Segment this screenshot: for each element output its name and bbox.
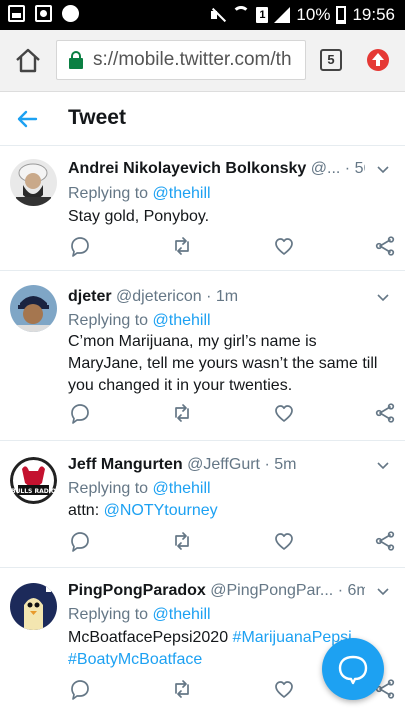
retweet-icon[interactable] xyxy=(171,402,193,424)
replying-to: Replying to @thehill xyxy=(68,185,211,203)
tweet-header: djeter @djetericon · 1m xyxy=(68,288,239,305)
avatar[interactable] xyxy=(10,159,57,206)
author-name[interactable]: PingPongParadox xyxy=(68,582,206,599)
tweet-actions xyxy=(68,235,396,259)
tweet-time: 5m xyxy=(274,456,297,473)
replying-to: Replying to @thehill xyxy=(68,606,211,624)
tweet-time: 6m xyxy=(347,582,365,599)
address-bar[interactable]: s://mobile.twitter.com/th xyxy=(56,40,306,80)
tweet-actions xyxy=(68,530,396,554)
author-name[interactable]: Andrei Nikolayevich Bolkonsky xyxy=(68,160,306,177)
replying-to-label: Replying to xyxy=(68,480,149,497)
reply-icon[interactable] xyxy=(68,235,90,257)
mention-link[interactable]: @NOTYtourney xyxy=(104,502,218,519)
page-header: Tweet xyxy=(0,92,405,146)
replying-to: Replying to @thehill xyxy=(68,480,211,498)
update-icon[interactable] xyxy=(367,49,389,71)
tweet-time: 56s xyxy=(354,160,365,177)
avatar[interactable]: BULLS RADIO xyxy=(10,457,57,504)
battery-percent: 10% xyxy=(296,5,331,24)
retweet-icon[interactable] xyxy=(171,678,193,700)
tweet-item[interactable]: Andrei Nikolayevich Bolkonsky @... · 56s… xyxy=(0,147,405,271)
author-handle[interactable]: @PingPongPar... xyxy=(210,582,333,599)
battery-icon xyxy=(336,6,347,24)
share-icon[interactable] xyxy=(374,530,396,552)
home-icon[interactable] xyxy=(12,44,44,76)
reply-mention-link[interactable]: @thehill xyxy=(153,480,211,497)
tweet-header: PingPongParadox @PingPongPar... · 6m xyxy=(68,582,365,600)
avatar[interactable] xyxy=(10,583,57,630)
wifi-icon xyxy=(232,6,251,24)
chevron-down-icon[interactable] xyxy=(377,460,389,472)
bulls-radio-logo-icon: BULLS RADIO xyxy=(10,457,57,504)
clock: 19:56 xyxy=(352,5,395,24)
avatar[interactable] xyxy=(10,285,57,332)
author-handle[interactable]: @... xyxy=(311,160,341,177)
mute-icon xyxy=(210,7,226,23)
retweet-icon[interactable] xyxy=(171,530,193,552)
replying-to-label: Replying to xyxy=(68,312,149,329)
tweet-actions xyxy=(68,402,396,426)
chevron-down-icon[interactable] xyxy=(377,164,389,176)
reply-mention-link[interactable]: @thehill xyxy=(153,312,211,329)
reply-mention-link[interactable]: @thehill xyxy=(153,185,211,202)
reply-mention-link[interactable]: @thehill xyxy=(153,606,211,623)
reply-icon[interactable] xyxy=(68,402,90,424)
reply-icon[interactable] xyxy=(68,678,90,700)
image-notification-icon xyxy=(8,5,25,22)
replying-to-label: Replying to xyxy=(68,606,149,623)
avatar-portrait-icon xyxy=(10,285,57,332)
author-handle[interactable]: @JeffGurt xyxy=(187,456,260,473)
share-icon[interactable] xyxy=(374,402,396,424)
replying-to-label: Replying to xyxy=(68,185,149,202)
chevron-down-icon[interactable] xyxy=(377,586,389,598)
tweet-text: C’mon Marijuana, my girl’s name is MaryJ… xyxy=(68,333,378,394)
gallery-notification-icon xyxy=(35,5,52,22)
like-icon[interactable] xyxy=(273,402,295,424)
replying-to: Replying to @thehill xyxy=(68,312,211,330)
page-title: Tweet xyxy=(68,106,126,129)
tweet-header: Andrei Nikolayevich Bolkonsky @... · 56s xyxy=(68,160,365,178)
tweet-item[interactable]: djeter @djetericon · 1m Replying to @the… xyxy=(0,272,405,441)
avatar-text: BULLS RADIO xyxy=(11,488,56,495)
url-text: s://mobile.twitter.com/th xyxy=(93,49,292,70)
chevron-down-icon[interactable] xyxy=(377,292,389,304)
like-icon[interactable] xyxy=(273,235,295,257)
author-name[interactable]: djeter xyxy=(68,288,112,305)
like-icon[interactable] xyxy=(273,678,295,700)
compose-tweet-button[interactable] xyxy=(322,638,384,700)
author-handle[interactable]: @djetericon xyxy=(116,288,202,305)
like-icon[interactable] xyxy=(273,530,295,552)
avatar-bird-icon xyxy=(10,583,57,630)
tweet-text-plain: McBoatfacePepsi2020 xyxy=(68,629,233,646)
retweet-icon[interactable] xyxy=(171,235,193,257)
avatar-portrait-icon xyxy=(10,159,57,206)
hashtag-link[interactable]: #BoatyMcBoatface xyxy=(68,651,202,668)
sim-icon: 1 xyxy=(256,7,269,23)
tweet-time: 1m xyxy=(215,288,239,305)
browser-toolbar: s://mobile.twitter.com/th 5 xyxy=(0,30,405,92)
author-name[interactable]: Jeff Mangurten xyxy=(68,456,183,473)
tweet-header: Jeff Mangurten @JeffGurt · 5m xyxy=(68,456,297,473)
signal-icon xyxy=(274,7,291,23)
lock-icon xyxy=(69,51,83,69)
app-notification-icon xyxy=(62,5,79,22)
reply-icon[interactable] xyxy=(68,530,90,552)
tweet-text: attn: @NOTYtourney xyxy=(68,500,391,522)
tweet-text: Stay gold, Ponyboy. xyxy=(68,208,210,225)
tab-switcher-button[interactable]: 5 xyxy=(320,49,342,71)
back-arrow-icon[interactable] xyxy=(16,108,38,130)
status-bar: 1 10% 19:56 xyxy=(0,0,405,30)
speech-bubble-icon xyxy=(338,655,368,685)
tweet-item[interactable]: BULLS RADIO Jeff Mangurten @JeffGurt · 5… xyxy=(0,442,405,568)
tweet-text-plain: attn: xyxy=(68,502,104,519)
share-icon[interactable] xyxy=(374,235,396,257)
